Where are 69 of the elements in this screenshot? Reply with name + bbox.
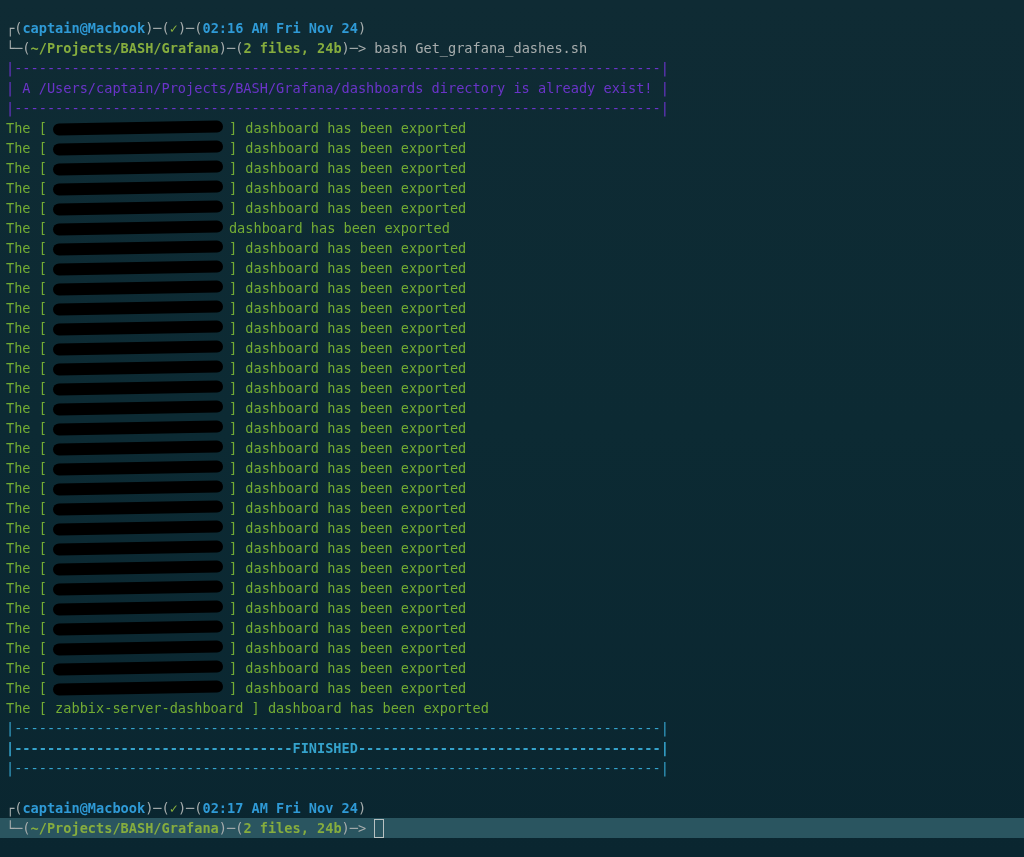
output-text: ] dashboard has been exported: [228, 599, 467, 618]
output-text: The [: [6, 159, 47, 178]
output-text: ] dashboard has been exported: [228, 339, 467, 358]
output-text: The [: [6, 599, 47, 618]
prompt-line: └─(~/Projects/BASH/Grafana)─(2 files, 24b)─> bash Get_grafana_dashes.sh: [6, 39, 588, 58]
output-text: ] dashboard has been exported: [228, 439, 467, 458]
output-text: ] dashboard has been exported: [228, 399, 467, 418]
output-text: The [: [6, 639, 47, 658]
output-text: The [: [6, 579, 47, 598]
output-text: The [: [6, 239, 47, 258]
output-text: ] dashboard has been exported: [228, 159, 467, 178]
box-message: | A /Users/captain/Projects/BASH/Grafana/dashboards directory is already exist! |: [6, 79, 669, 98]
output-text: The [: [6, 219, 47, 238]
output-text: ] dashboard has been exported: [228, 179, 467, 198]
output-text: ] dashboard has been exported: [228, 299, 467, 318]
output-text: The [: [6, 279, 47, 298]
box-border: |-------------------------------------------------------------------------------|: [6, 99, 669, 118]
output-text: ] dashboard has been exported: [228, 419, 467, 438]
output-text: ] dashboard has been exported: [228, 659, 467, 678]
output-text: dashboard has been exported: [228, 219, 450, 238]
output-text: The [: [6, 539, 47, 558]
output-text: ] dashboard has been exported: [228, 679, 467, 698]
output-text: ] dashboard has been exported: [228, 639, 467, 658]
box-border: |-------------------------------------------------------------------------------|: [6, 719, 669, 738]
output-text: ] dashboard has been exported: [228, 359, 467, 378]
output-text: The [: [6, 399, 47, 418]
output-text: The [: [6, 119, 47, 138]
output-text: ] dashboard has been exported: [228, 199, 467, 218]
output-text: The [: [6, 379, 47, 398]
output-text: ] dashboard has been exported: [228, 279, 467, 298]
prompt-line: ┌(captain@Macbook)─(✓)─(02:17 AM Fri Nov 24): [6, 799, 367, 818]
output-text: ] dashboard has been exported: [228, 459, 467, 478]
output-text: ] dashboard has been exported: [228, 379, 467, 398]
output-text: The [: [6, 339, 47, 358]
box-border: |-------------------------------------------------------------------------------|: [6, 759, 669, 778]
output-text: The [: [6, 139, 47, 158]
output-text: ] dashboard has been exported: [228, 259, 467, 278]
output-text: ] dashboard has been exported: [228, 139, 467, 158]
output-text: The [: [6, 439, 47, 458]
output-text: The [: [6, 519, 47, 538]
prompt-line: ┌(captain@Macbook)─(✓)─(02:16 AM Fri Nov 24): [6, 19, 367, 38]
output-text: ] dashboard has been exported: [228, 499, 467, 518]
output-text: ] dashboard has been exported: [228, 519, 467, 538]
box-message: |----------------------------------FINISHED-------------------------------------|: [6, 739, 669, 758]
output-text: ] dashboard has been exported: [228, 319, 467, 338]
output-text: ] dashboard has been exported: [228, 539, 467, 558]
output-text: ] dashboard has been exported: [228, 559, 467, 578]
output-text: The [: [6, 479, 47, 498]
output-text: The [: [6, 459, 47, 478]
output-text: The [: [6, 559, 47, 578]
output-text: The [: [6, 499, 47, 518]
output-text: The [: [6, 299, 47, 318]
prompt-line: └─(~/Projects/BASH/Grafana)─(2 files, 24b)─>: [6, 819, 367, 838]
output-text: The [: [6, 359, 47, 378]
output-line: The [ zabbix-server-dashboard ] dashboard has been exported: [6, 699, 489, 718]
output-text: The [: [6, 419, 47, 438]
output-text: The [: [6, 619, 47, 638]
output-text: ] dashboard has been exported: [228, 119, 467, 138]
output-text: The [: [6, 659, 47, 678]
output-text: ] dashboard has been exported: [228, 239, 467, 258]
output-text: ] dashboard has been exported: [228, 479, 467, 498]
output-text: ] dashboard has been exported: [228, 619, 467, 638]
output-text: The [: [6, 679, 47, 698]
output-text: The [: [6, 259, 47, 278]
box-border: |-------------------------------------------------------------------------------|: [6, 59, 669, 78]
output-text: ] dashboard has been exported: [228, 579, 467, 598]
output-text: The [: [6, 319, 47, 338]
output-text: The [: [6, 199, 47, 218]
output-text: The [: [6, 179, 47, 198]
